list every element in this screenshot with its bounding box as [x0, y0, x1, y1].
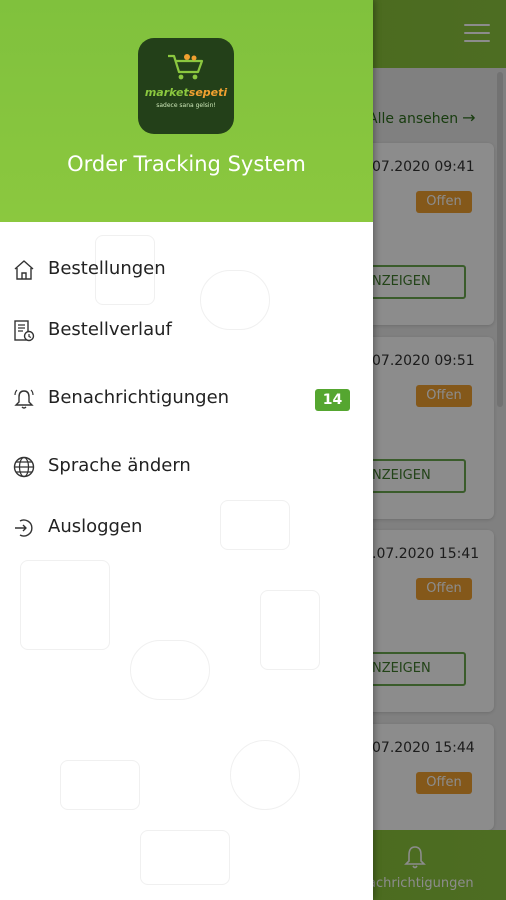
menu-item-label: Benachrichtigungen: [48, 387, 230, 408]
menu-item-label: Bestellungen: [48, 258, 166, 279]
globe-icon: [13, 456, 35, 478]
menu-item-label: Ausloggen: [48, 516, 143, 537]
history-icon: [14, 320, 35, 342]
logo-brand: marketsepeti: [138, 86, 234, 99]
navigation-drawer: marketsepeti sadece sana gelsin! Order T…: [0, 0, 373, 900]
drawer-title: Order Tracking System: [67, 152, 306, 176]
logout-icon: [15, 519, 33, 537]
menu-item-notifications[interactable]: Benachrichtigungen 14: [0, 375, 373, 423]
app-logo: marketsepeti sadece sana gelsin!: [138, 38, 234, 134]
home-icon: [14, 260, 34, 280]
notification-count-badge: 14: [315, 389, 350, 411]
menu-item-logout[interactable]: Ausloggen: [0, 504, 373, 552]
menu-item-label: Sprache ändern: [48, 455, 191, 476]
logo-brand-a: market: [144, 86, 189, 99]
drawer-header: marketsepeti sadece sana gelsin! Order T…: [0, 0, 373, 222]
bell-icon: [14, 389, 34, 409]
menu-item-language[interactable]: Sprache ändern: [0, 443, 373, 491]
menu-item-orders[interactable]: Bestellungen: [0, 246, 373, 294]
logo-brand-b: sepeti: [188, 86, 228, 99]
cart-icon: [168, 54, 204, 80]
menu-item-label: Bestellverlauf: [48, 319, 172, 340]
menu-item-history[interactable]: Bestellverlauf: [0, 307, 373, 355]
logo-tagline: sadece sana gelsin!: [156, 102, 216, 109]
